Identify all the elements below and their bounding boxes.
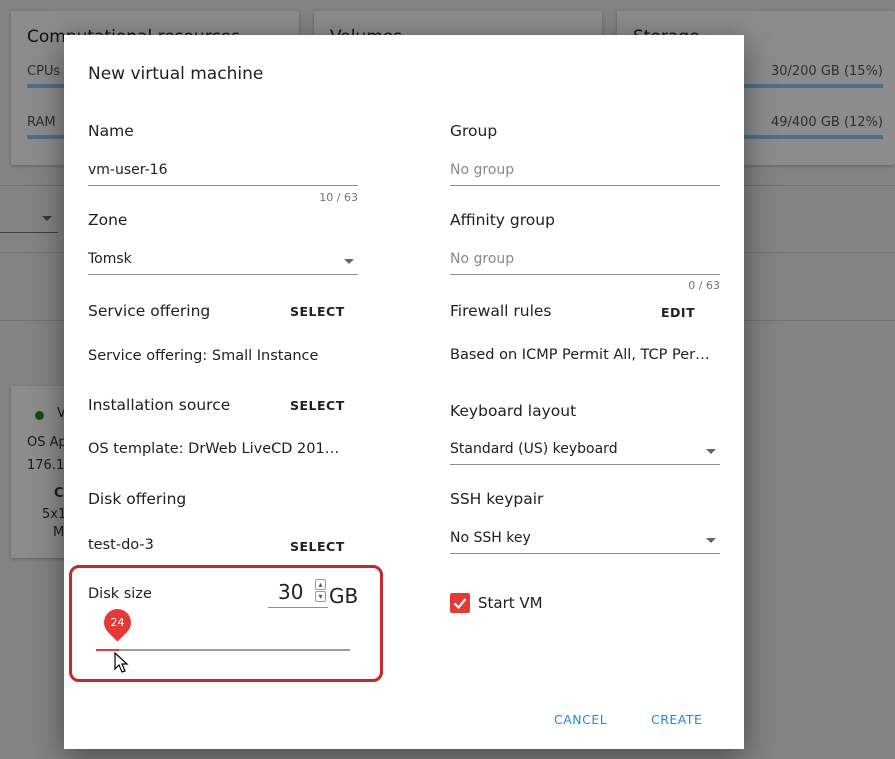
chevron-down-icon bbox=[706, 538, 716, 543]
new-vm-dialog: New virtual machine Name vm-user-16 10 /… bbox=[64, 35, 744, 749]
affinity-group-field[interactable]: No group bbox=[450, 247, 720, 275]
installation-source-label: Installation source bbox=[88, 396, 231, 414]
create-button[interactable]: CREATE bbox=[651, 712, 702, 727]
stepper-down-icon[interactable]: ▾ bbox=[315, 591, 326, 602]
start-vm-checkbox[interactable] bbox=[450, 593, 470, 613]
group-field[interactable]: No group bbox=[450, 158, 720, 186]
checkmark-icon bbox=[453, 598, 467, 610]
keyboard-layout-value: Standard (US) keyboard bbox=[450, 441, 618, 457]
group-label: Group bbox=[450, 122, 498, 140]
disk-size-value: 30 bbox=[278, 580, 304, 604]
affinity-group-label: Affinity group bbox=[450, 211, 555, 229]
disk-offering-label: Disk offering bbox=[88, 490, 187, 508]
name-label: Name bbox=[88, 122, 134, 140]
firewall-rules-label: Firewall rules bbox=[450, 302, 552, 320]
keyboard-layout-select[interactable]: Standard (US) keyboard bbox=[450, 437, 720, 465]
keyboard-layout-label: Keyboard layout bbox=[450, 402, 577, 420]
disk-size-stepper[interactable]: ▴ ▾ bbox=[315, 579, 326, 603]
affinity-char-counter: 0 / 63 bbox=[688, 279, 720, 292]
disk-size-slider[interactable] bbox=[96, 649, 350, 651]
chevron-down-icon bbox=[344, 259, 354, 264]
service-offering-select-button[interactable]: SELECT bbox=[290, 304, 345, 319]
zone-value: Tomsk bbox=[88, 251, 132, 267]
slider-fill bbox=[96, 649, 119, 651]
disk-size-label: Disk size bbox=[88, 586, 152, 602]
installation-source-value: OS template: DrWeb LiveCD 201… bbox=[88, 441, 340, 457]
group-placeholder: No group bbox=[450, 162, 515, 178]
firewall-rules-value: Based on ICMP Permit All, TCP Per… bbox=[450, 347, 710, 363]
affinity-group-placeholder: No group bbox=[450, 251, 515, 267]
mouse-pointer-icon bbox=[114, 652, 129, 673]
stepper-up-icon[interactable]: ▴ bbox=[315, 579, 326, 590]
ssh-keypair-label: SSH keypair bbox=[450, 490, 544, 508]
disk-size-unit: GB bbox=[329, 584, 359, 608]
firewall-edit-button[interactable]: EDIT bbox=[661, 305, 695, 320]
service-offering-label: Service offering bbox=[88, 302, 211, 320]
installation-source-select-button[interactable]: SELECT bbox=[290, 398, 345, 413]
start-vm-label: Start VM bbox=[478, 594, 543, 612]
ssh-keypair-select[interactable]: No SSH key bbox=[450, 526, 720, 554]
cancel-button[interactable]: CANCEL bbox=[554, 712, 607, 727]
chevron-down-icon bbox=[706, 449, 716, 454]
dialog-title: New virtual machine bbox=[88, 64, 264, 84]
ssh-keypair-value: No SSH key bbox=[450, 530, 531, 546]
disk-offering-select-button[interactable]: SELECT bbox=[290, 539, 345, 554]
service-offering-value: Service offering: Small Instance bbox=[88, 348, 319, 364]
zone-label: Zone bbox=[88, 211, 128, 229]
name-field[interactable]: vm-user-16 bbox=[88, 158, 358, 186]
zone-select[interactable]: Tomsk bbox=[88, 247, 358, 275]
name-char-counter: 10 / 63 bbox=[319, 191, 358, 204]
disk-offering-value: test-do-3 bbox=[88, 537, 154, 553]
slider-thumb-value: 24 bbox=[110, 616, 125, 629]
name-value: vm-user-16 bbox=[88, 162, 168, 178]
